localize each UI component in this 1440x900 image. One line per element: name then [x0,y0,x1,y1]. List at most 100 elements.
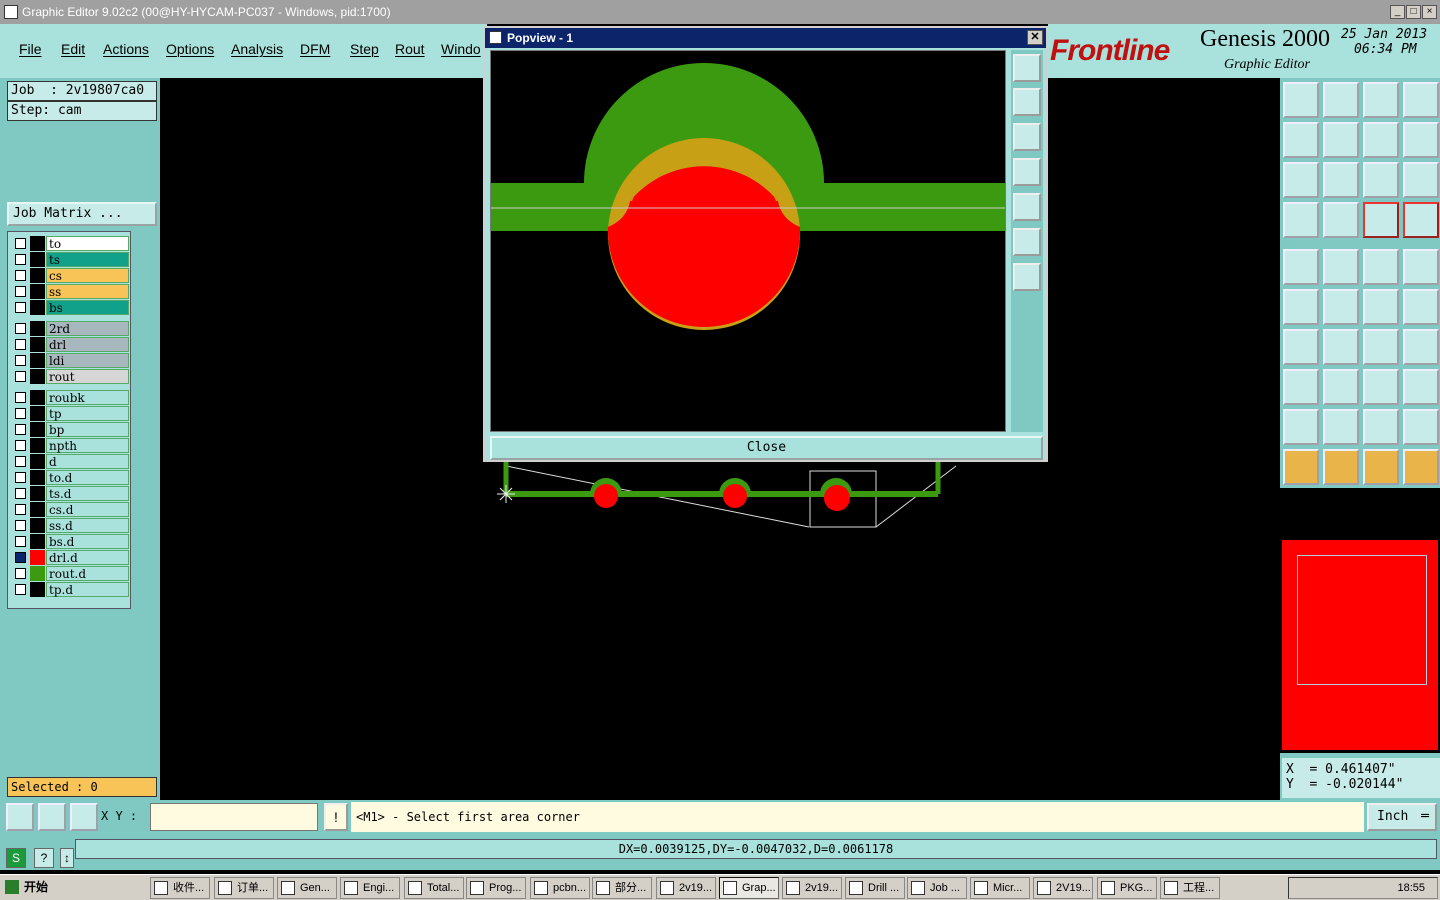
layer-checkbox[interactable] [15,238,26,249]
layer-row-rout-d[interactable]: rout.d [11,566,129,581]
layer-color-swatch[interactable] [30,438,45,453]
layer-row-bs-d[interactable]: bs.d [11,534,129,549]
pad-icon[interactable] [1403,249,1439,285]
popview-zoom-in-icon[interactable] [1013,228,1041,256]
zoom-up-icon[interactable] [1283,82,1319,118]
layer-name[interactable]: rout.d [46,566,129,581]
triangle-alt-icon[interactable] [1403,409,1439,445]
menu-analysis[interactable]: Analysis [231,41,283,57]
layer-row-drl-d[interactable]: drl.d [11,550,129,565]
redraw-icon[interactable] [1403,122,1439,158]
job-matrix-button[interactable]: Job Matrix ... [7,202,157,226]
layer-row-ldi[interactable]: ldi [11,353,129,368]
popview-zoom-out-icon[interactable] [1013,263,1041,291]
taskbar-item[interactable]: Total... [404,877,464,899]
taskbar-item[interactable]: 工程... [1160,877,1220,899]
minimize-button[interactable]: _ [1390,5,1405,19]
taskbar-item[interactable]: Engi... [340,877,400,899]
help-query-icon[interactable] [1403,162,1439,198]
layer-name[interactable]: ts [46,252,129,267]
xy-input[interactable] [150,803,318,831]
popview-pan-left-icon[interactable] [1013,158,1041,186]
layer-color-swatch[interactable] [30,566,45,581]
taskbar-item[interactable]: 2v19... [656,877,716,899]
snap-mode-icon[interactable] [6,803,34,831]
taskbar-item[interactable]: Micr... [970,877,1030,899]
layer-checkbox[interactable] [15,536,26,547]
pan-left-icon[interactable] [1283,122,1319,158]
taskbar-item[interactable]: Prog... [466,877,526,899]
bracket-icon[interactable] [1363,409,1399,445]
layer-color-swatch[interactable] [30,502,45,517]
menu-actions[interactable]: Actions [103,41,149,57]
layer-color-swatch[interactable] [30,300,45,315]
layer-name[interactable]: ss.d [46,518,129,533]
layer-name[interactable]: drl [46,337,129,352]
spin-arrows-icon[interactable]: ↕ [60,848,74,868]
layer-color-swatch[interactable] [30,422,45,437]
unit-selector[interactable]: Inch ═ [1367,803,1437,831]
layer-name[interactable]: ldi [46,353,129,368]
shapes-icon[interactable] [1403,369,1439,405]
layer-name[interactable]: tp.d [46,582,129,597]
layer-row-roubk[interactable]: roubk [11,390,129,405]
taskbar-item[interactable]: Gen... [277,877,337,899]
popview-pan-up-icon[interactable] [1013,88,1041,116]
pointer-route-icon[interactable] [1403,449,1439,485]
layer-color-swatch[interactable] [30,454,45,469]
measure-icon[interactable] [1363,369,1399,405]
layer-name[interactable]: d [46,454,129,469]
nodes-icon[interactable] [1283,289,1319,325]
layer-name[interactable]: tp [46,406,129,421]
help-icon[interactable]: ? [34,848,54,868]
layer-row-to-d[interactable]: to.d [11,470,129,485]
layer-color-swatch[interactable] [30,369,45,384]
triangle-icon[interactable] [1283,409,1319,445]
layer-color-swatch[interactable] [30,252,45,267]
measure-mode-icon[interactable] [38,803,66,831]
layer-name[interactable]: npth [46,438,129,453]
taskbar-item[interactable]: 2V19... [1033,877,1093,899]
popview-canvas[interactable] [490,50,1006,432]
layer-row-ts[interactable]: ts [11,252,129,267]
layer-name[interactable]: cs.d [46,502,129,517]
taskbar-item[interactable]: Job ... [907,877,967,899]
layer-color-swatch[interactable] [30,353,45,368]
layer-checkbox[interactable] [15,254,26,265]
layer-checkbox[interactable] [15,440,26,451]
layer-name[interactable]: ss [46,284,129,299]
layer-name[interactable]: to [46,236,129,251]
layer-color-swatch[interactable] [30,268,45,283]
pointer-icon[interactable] [1283,449,1319,485]
message-alert-button[interactable]: ! [324,803,348,831]
grid-mode-icon[interactable] [70,803,98,831]
menu-file[interactable]: File [19,41,42,57]
taskbar-item[interactable]: Grap... [719,877,779,899]
layer-color-swatch[interactable] [30,337,45,352]
layer-row-rout[interactable]: rout [11,369,129,384]
layer-checkbox[interactable] [15,488,26,499]
scale-1-2-icon[interactable] [1363,162,1399,198]
popview-title-bar[interactable]: Popview - 1 ✕ [485,28,1046,48]
close-window-button[interactable]: × [1422,5,1437,19]
pan-right-icon[interactable] [1323,122,1359,158]
layer-checkbox[interactable] [15,286,26,297]
ruler-icon[interactable] [1363,249,1399,285]
layer-checkbox[interactable] [15,355,26,366]
taskbar-item[interactable]: Drill ... [845,877,905,899]
layer-name[interactable]: cs [46,268,129,283]
taskbar-item[interactable]: 部分... [592,877,652,899]
layer-row-bp[interactable]: bp [11,422,129,437]
layer-color-swatch[interactable] [30,470,45,485]
layer-checkbox[interactable] [15,472,26,483]
layer-row-bs[interactable]: bs [11,300,129,315]
overview-minimap[interactable] [1280,488,1440,753]
layer-checkbox[interactable] [15,323,26,334]
pointer-sel-icon[interactable] [1323,449,1359,485]
arc-icon[interactable] [1363,329,1399,365]
layer-row-ss-d[interactable]: ss.d [11,518,129,533]
move-icon[interactable] [1283,369,1319,405]
layer-checkbox[interactable] [15,456,26,467]
menu-window[interactable]: Windo [441,41,481,57]
layer-name[interactable]: rout [46,369,129,384]
